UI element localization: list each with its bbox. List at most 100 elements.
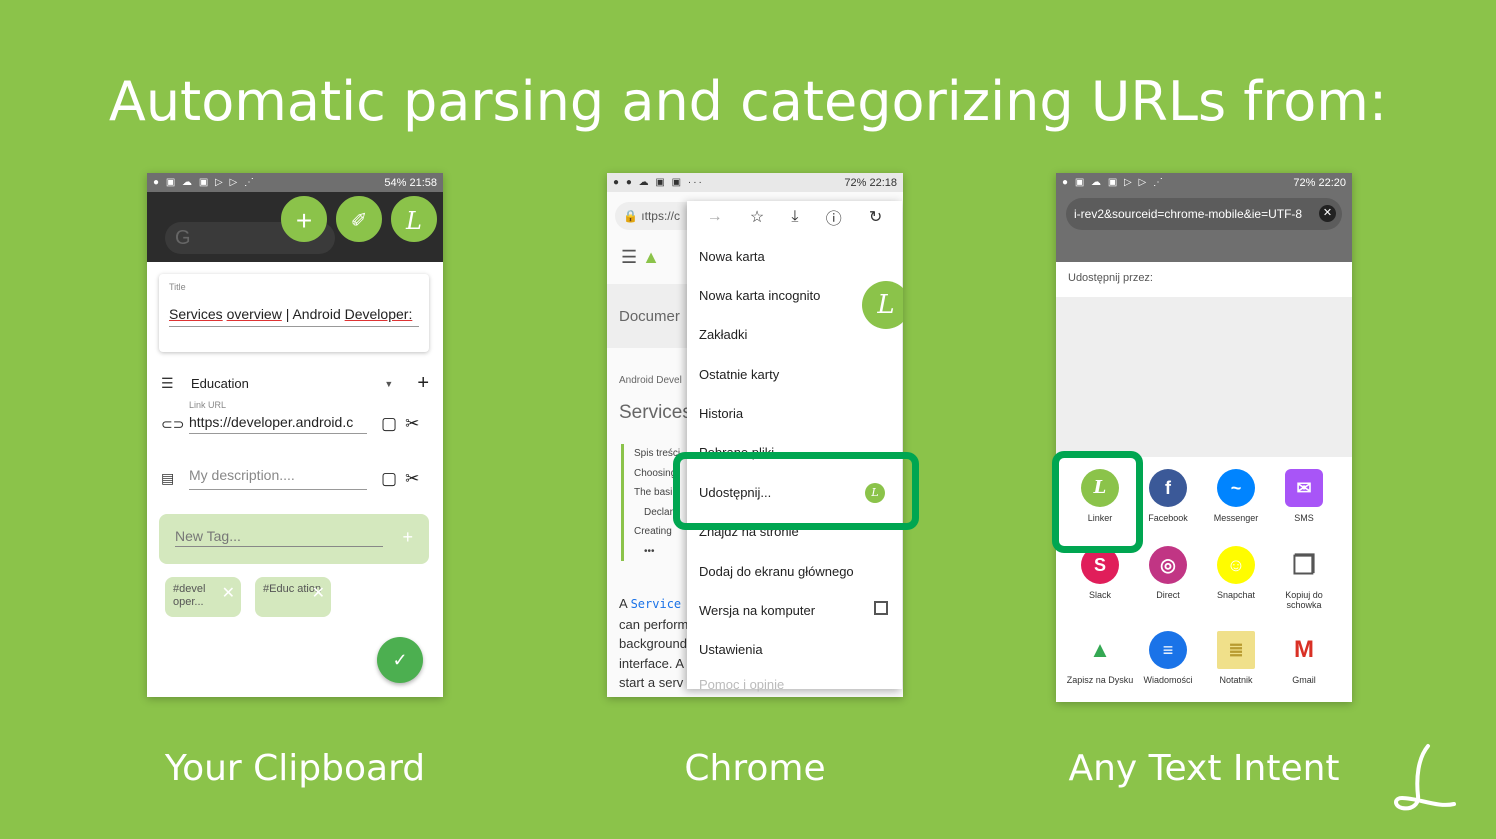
caption-chrome: Chrome — [684, 748, 826, 789]
app-label: Messenger — [1213, 513, 1259, 523]
paste-icon[interactable]: ▢ — [381, 469, 397, 489]
menu-item-bookmarks[interactable]: Zakładki — [699, 327, 747, 342]
link-url-input[interactable]: https://developer.android.c — [189, 414, 367, 434]
description-row: ▤ My description.... ▢ ✂ — [161, 467, 429, 490]
copy-icon: ❐ — [1285, 546, 1323, 584]
browser-background: i-rev2&sourceid=chrome-mobile&ie=UTF-8 ✕ — [1056, 192, 1352, 262]
facebook-icon: f — [1149, 469, 1187, 507]
app-snapchat[interactable]: ☺ Snapchat — [1202, 546, 1270, 600]
linker-bubble-icon[interactable]: L — [862, 281, 903, 329]
app-label: Direct — [1156, 590, 1180, 600]
notification-icons: ● ▣ ☁ ▣ ▷ ▷ ⋰ — [153, 177, 256, 188]
menu-item-history[interactable]: Historia — [699, 406, 743, 421]
app-copy[interactable]: ❐ Kopiuj do schowka — [1270, 546, 1338, 610]
add-tag-icon[interactable]: + — [402, 527, 413, 548]
status-text: 72% 22:18 — [844, 176, 897, 189]
menu-item-new-tab[interactable]: Nowa karta — [699, 249, 765, 264]
browser-background: G + ✐ L — [147, 192, 443, 262]
status-text: 72% 22:20 — [1293, 176, 1346, 189]
app-direct[interactable]: ◎ Direct — [1134, 546, 1202, 600]
hamburger-icon[interactable]: ☰ ▲ — [621, 247, 660, 268]
new-tag-input[interactable]: New Tag... — [175, 528, 383, 547]
document-icon: ▤ — [161, 470, 175, 486]
url-text: i-rev2&sourceid=chrome-mobile&ie=UTF-8 — [1074, 207, 1303, 221]
gmail-icon: M — [1285, 631, 1323, 669]
app-messages[interactable]: ≡ Wiadomości — [1134, 631, 1202, 685]
app-label: SMS — [1294, 513, 1314, 523]
title-word: Developer: — [344, 306, 413, 322]
menu-item-recent-tabs[interactable]: Ostatnie karty — [699, 367, 779, 382]
remove-tag-icon[interactable]: ✕ — [222, 586, 235, 602]
add-category-icon[interactable]: + — [417, 372, 429, 395]
linker-highlight-box — [1052, 451, 1143, 553]
download-icon[interactable]: ⤓ — [791, 208, 798, 226]
app-gmail[interactable]: M Gmail — [1270, 631, 1338, 685]
dropdown-icon[interactable]: ▼ — [384, 379, 393, 389]
chrome-overflow-menu: → ☆ ⤓ ⓘ ↻ Nowa karta Nowa karta incognit… — [687, 201, 903, 692]
tag-chip[interactable]: #Educ ation ✕ — [255, 577, 331, 617]
menu-item-add-home[interactable]: Dodaj do ekranu głównego — [699, 564, 854, 579]
drive-icon: ▲ — [1081, 631, 1119, 669]
status-bar: ● ▣ ☁ ▣ ▷ ▷ ⋰ 72% 22:20 — [1056, 173, 1352, 192]
category-select[interactable]: Education — [191, 376, 384, 391]
app-label: Kopiuj do schowka — [1285, 590, 1323, 610]
reload-icon[interactable]: ↻ — [869, 207, 882, 227]
description-input[interactable]: My description.... — [189, 467, 367, 490]
book-icon[interactable]: ✐ — [336, 196, 382, 242]
url-text: ıttps://c — [641, 209, 680, 223]
messenger-icon: ~ — [1217, 469, 1255, 507]
remove-tag-icon[interactable]: ✕ — [312, 586, 325, 602]
caption-text-intent: Any Text Intent — [1068, 748, 1340, 789]
scissors-icon[interactable]: ✂ — [405, 469, 419, 489]
desktop-checkbox[interactable] — [874, 601, 888, 615]
new-tag-box: New Tag... + — [159, 514, 429, 564]
linker-logo-icon[interactable]: L — [391, 196, 437, 242]
linker-logo-icon — [1394, 744, 1456, 811]
app-label: Wiadomości — [1143, 675, 1193, 685]
category-row[interactable]: ☰ Education ▼ + — [161, 372, 429, 395]
app-label: Notatnik — [1219, 675, 1253, 685]
intent-phone-screenshot: ● ▣ ☁ ▣ ▷ ▷ ⋰ 72% 22:20 i-rev2&sourceid=… — [1056, 173, 1352, 702]
scissors-icon[interactable]: ✂ — [405, 414, 419, 434]
menu-item-help[interactable]: Pomoc i opinie — [699, 677, 784, 692]
notification-icons: ● ● ☁ ▣ ▣ ··· — [613, 177, 704, 188]
menu-item-settings[interactable]: Ustawienia — [699, 642, 763, 657]
title-card: Title Services overview | Android Develo… — [159, 274, 429, 352]
app-notepad[interactable]: ≣ Notatnik — [1202, 631, 1270, 685]
table-of-contents: Spis treści Choosing The basi Declar Cre… — [621, 444, 680, 561]
star-icon[interactable]: ☆ — [750, 207, 764, 227]
menu-item-incognito[interactable]: Nowa karta incognito — [699, 288, 820, 303]
forward-icon[interactable]: → — [707, 208, 723, 226]
menu-toolbar: → ☆ ⤓ ⓘ ↻ — [687, 201, 902, 233]
page-title: Services — [619, 402, 692, 423]
title-label: Title — [169, 282, 186, 292]
add-icon[interactable]: + — [281, 196, 327, 242]
tag-chip[interactable]: #devel oper... ✕ — [165, 577, 241, 617]
link-url-label: Link URL — [189, 400, 227, 410]
title-input[interactable]: Services overview | Android Developer: — [169, 306, 419, 327]
share-sheet-empty-area — [1056, 297, 1352, 457]
menu-item-desktop[interactable]: Wersja na komputer — [699, 603, 815, 618]
info-icon[interactable]: ⓘ — [826, 205, 842, 229]
app-label: Zapisz na Dysku — [1066, 675, 1134, 685]
link-editor-sheet: Title Services overview | Android Develo… — [147, 262, 443, 697]
paste-icon[interactable]: ▢ — [381, 414, 397, 434]
clipboard-phone-screenshot: ● ▣ ☁ ▣ ▷ ▷ ⋰ 54% 21:58 G + ✐ L Title Se… — [147, 173, 443, 697]
app-label: Facebook — [1148, 513, 1188, 523]
app-facebook[interactable]: f Facebook — [1134, 469, 1202, 523]
app-messenger[interactable]: ~ Messenger — [1202, 469, 1270, 523]
chrome-phone-screenshot: ● ● ☁ ▣ ▣ ··· 72% 22:18 🔒 ıttps://c ☰ ▲ … — [607, 173, 903, 697]
android-icon: ▲ — [642, 247, 660, 267]
app-drive[interactable]: ▲ Zapisz na Dysku — [1066, 631, 1134, 685]
url-bar[interactable]: i-rev2&sourceid=chrome-mobile&ie=UTF-8 ✕ — [1066, 198, 1342, 230]
app-slack[interactable]: S Slack — [1066, 546, 1134, 600]
notepad-icon: ≣ — [1217, 631, 1255, 669]
snapchat-icon: ☺ — [1217, 546, 1255, 584]
save-check-icon[interactable]: ✓ — [377, 637, 423, 683]
status-bar: ● ● ☁ ▣ ▣ ··· 72% 22:18 — [607, 173, 903, 192]
app-sms[interactable]: ✉ SMS — [1270, 469, 1338, 523]
toc-item[interactable]: Creating — [634, 522, 680, 542]
caption-clipboard: Your Clipboard — [164, 748, 426, 789]
share-sheet-title: Udostępnij przez: — [1056, 262, 1352, 297]
clear-icon[interactable]: ✕ — [1319, 205, 1336, 222]
